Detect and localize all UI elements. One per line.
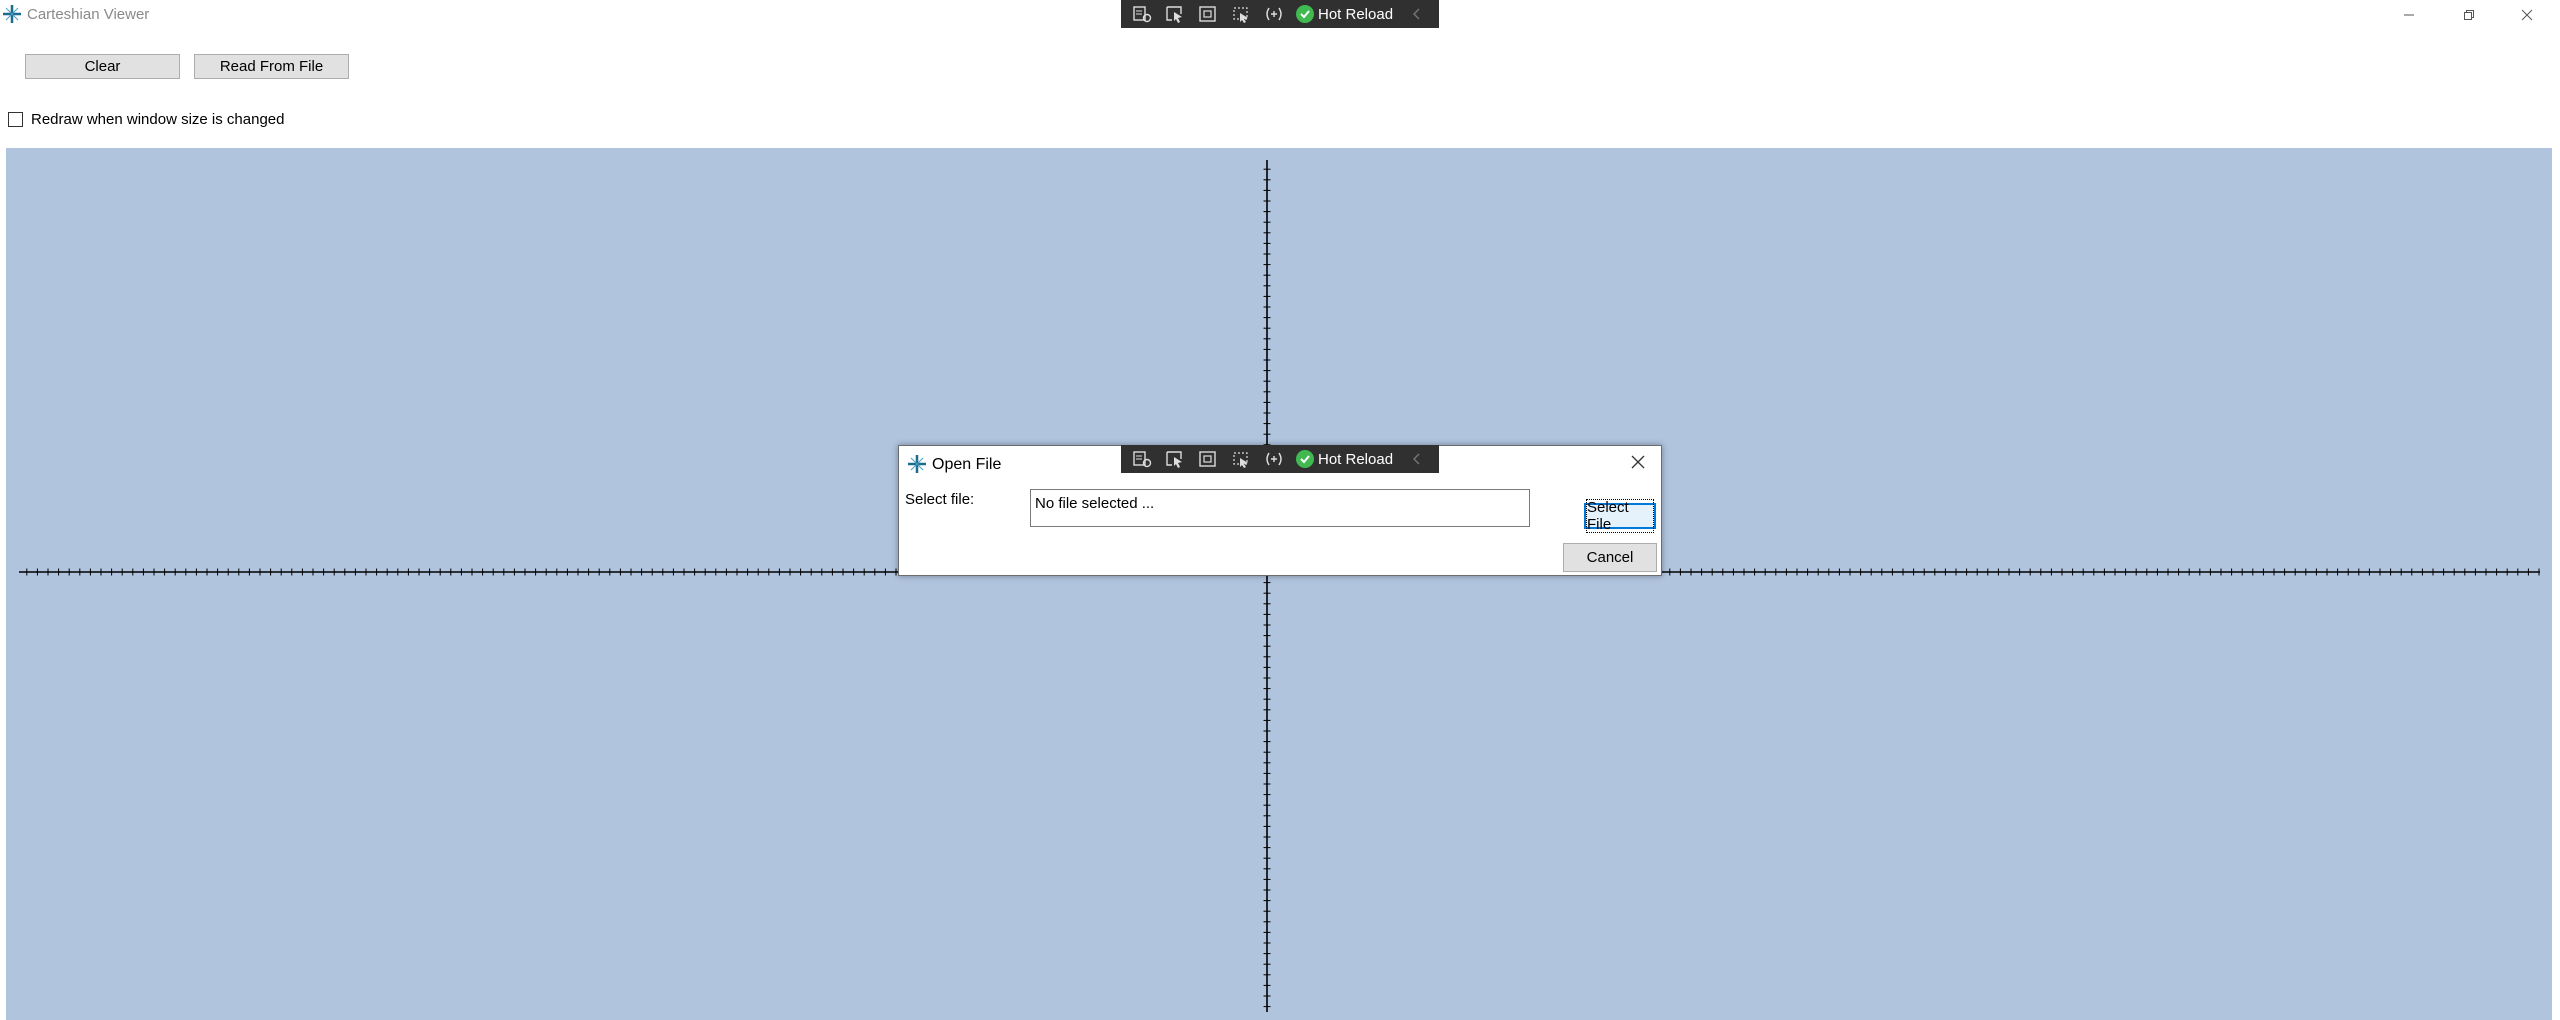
select-element-icon[interactable]	[1164, 449, 1186, 469]
display-layout-adorners-icon[interactable]	[1197, 4, 1219, 24]
redraw-option[interactable]: Redraw when window size is changed	[8, 111, 284, 128]
live-visual-tree-icon[interactable]	[1131, 4, 1153, 24]
restore-button[interactable]	[2440, 0, 2498, 30]
hot-reload-check-icon	[1296, 450, 1314, 468]
select-file-label: Select file:	[905, 491, 975, 508]
axes-svg	[19, 160, 2540, 1012]
select-element-icon[interactable]	[1164, 4, 1186, 24]
dialog-crosshair-icon	[907, 454, 927, 474]
minimize-button[interactable]	[2380, 0, 2438, 30]
track-focus-icon[interactable]	[1230, 449, 1252, 469]
collapse-toolbar-icon[interactable]	[1411, 451, 1423, 467]
track-focus-icon[interactable]	[1230, 4, 1252, 24]
window-title: Carteshian Viewer	[27, 6, 150, 23]
hot-reload-label: Hot Reload	[1318, 5, 1394, 23]
binding-failures-icon[interactable]	[1263, 449, 1285, 469]
binding-failures-icon[interactable]	[1263, 4, 1285, 24]
cartesian-canvas[interactable]	[6, 148, 2552, 1020]
restore-icon	[2463, 9, 2475, 21]
dev-toolbar-dialog: Hot Reload	[1121, 445, 1439, 473]
select-file-button[interactable]: Select File	[1584, 499, 1656, 533]
close-icon	[2521, 9, 2533, 21]
live-visual-tree-icon[interactable]	[1131, 449, 1153, 469]
select-file-label-text: Select File	[1586, 499, 1654, 533]
file-path-input[interactable]	[1030, 489, 1530, 527]
hot-reload-label: Hot Reload	[1318, 450, 1394, 468]
close-icon	[1631, 455, 1645, 474]
hot-reload-check-icon	[1296, 5, 1314, 23]
dialog-title: Open File	[932, 456, 1002, 473]
redraw-label: Redraw when window size is changed	[31, 111, 285, 128]
hot-reload-status[interactable]: Hot Reload	[1296, 5, 1393, 23]
display-layout-adorners-icon[interactable]	[1197, 449, 1219, 469]
axes-layer	[19, 160, 2540, 1012]
dialog-close-button[interactable]	[1625, 451, 1651, 477]
redraw-checkbox[interactable]	[8, 112, 23, 127]
close-button[interactable]	[2498, 0, 2556, 30]
dev-toolbar-main: Hot Reload	[1121, 0, 1439, 28]
cancel-button[interactable]: Cancel	[1563, 543, 1657, 572]
minimize-icon	[2403, 9, 2415, 21]
app-crosshair-icon	[2, 4, 22, 24]
collapse-toolbar-icon[interactable]	[1411, 6, 1423, 22]
read-from-file-button[interactable]: Read From File	[194, 54, 349, 79]
hot-reload-status[interactable]: Hot Reload	[1296, 450, 1393, 468]
clear-button[interactable]: Clear	[25, 54, 180, 79]
